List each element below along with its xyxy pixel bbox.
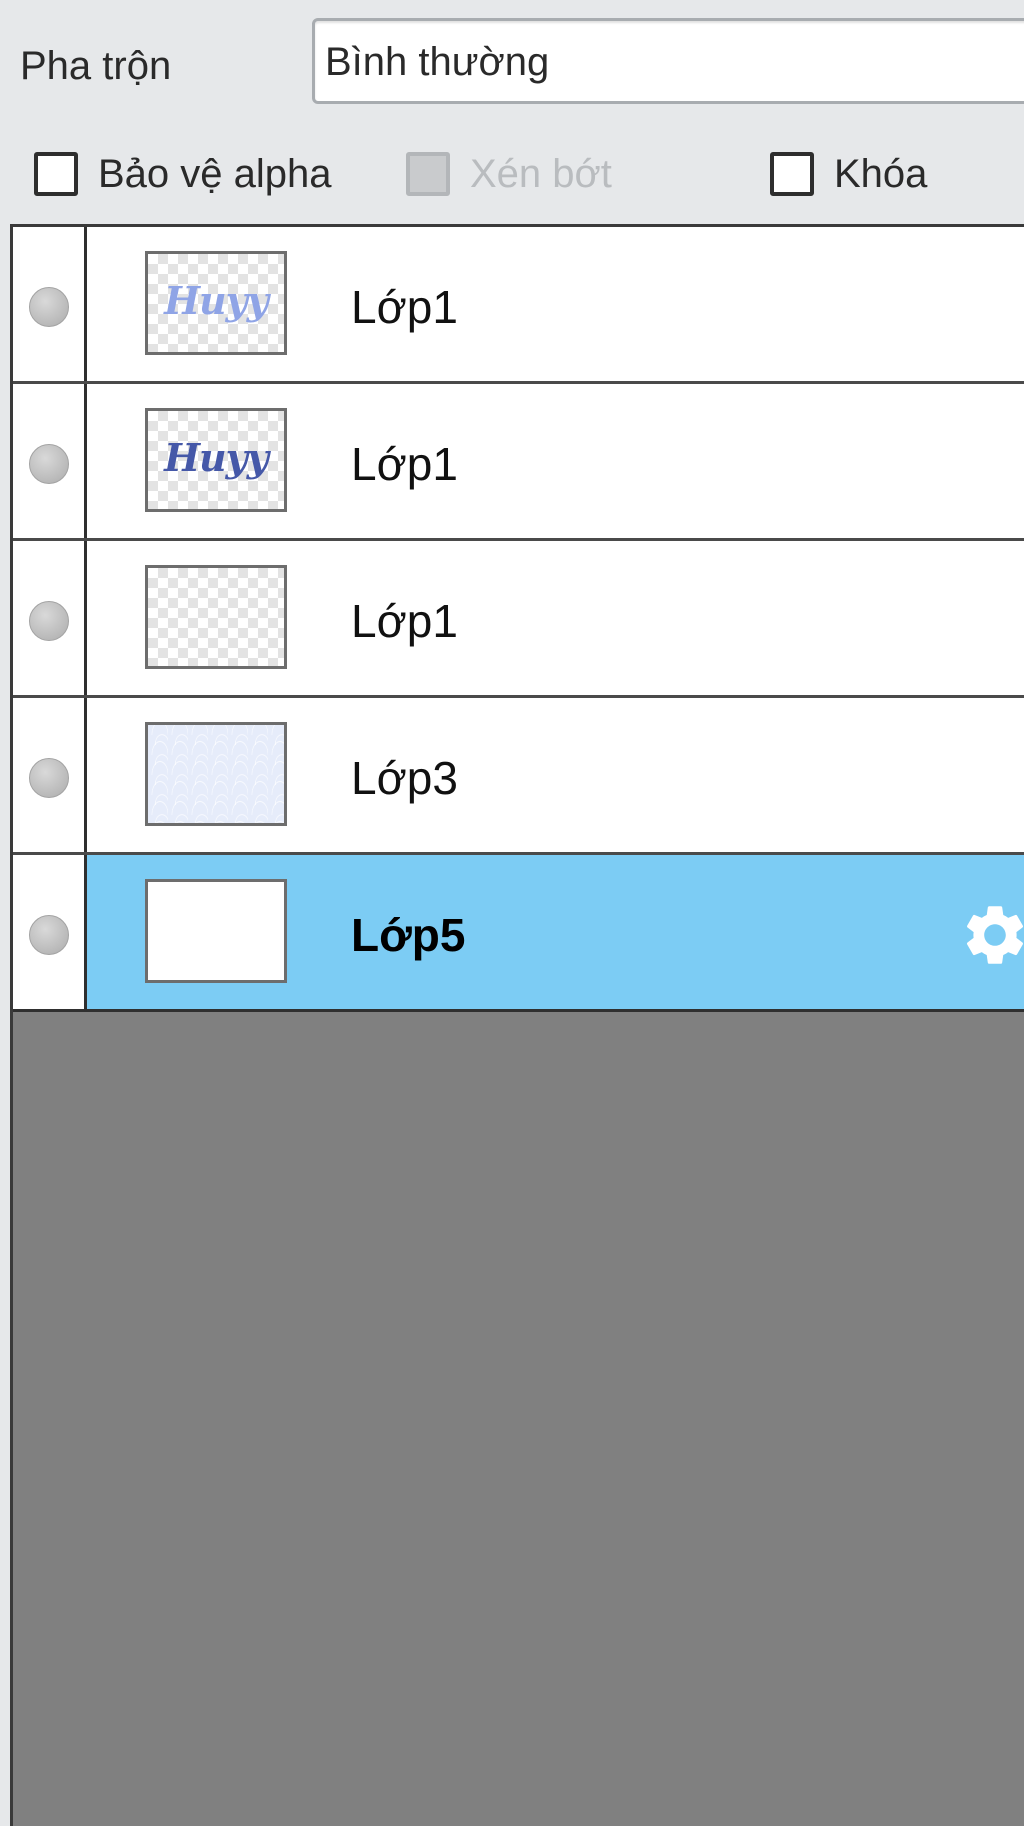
- clipping-option: Xén bớt: [406, 144, 612, 204]
- layer-row[interactable]: Lớp3: [13, 698, 1024, 855]
- thumbnail-script-text: Huyy: [164, 278, 269, 323]
- layer-list: Huyy Lớp1 Huyy Lớp1 Lớp1 Lớp3 Lớp5: [10, 224, 1024, 1826]
- blend-mode-value: Bình thường: [325, 40, 550, 84]
- blend-mode-select[interactable]: Bình thường: [312, 18, 1024, 104]
- visibility-column: [13, 698, 87, 852]
- layer-panel: Pha trộn Bình thường Bảo vệ alpha Xén bớ…: [0, 0, 1024, 1826]
- layer-thumbnail: [145, 565, 287, 669]
- visibility-toggle[interactable]: [29, 601, 69, 641]
- blend-mode-row: Pha trộn Bình thường: [0, 0, 1024, 130]
- visibility-column: [13, 227, 87, 381]
- layer-row[interactable]: Lớp1: [13, 541, 1024, 698]
- clipping-checkbox: [406, 152, 450, 196]
- layer-name: Lớp5: [351, 909, 466, 961]
- layer-thumbnail: Huyy: [145, 251, 287, 355]
- protect-alpha-option[interactable]: Bảo vệ alpha: [34, 144, 332, 204]
- layer-options-row: Bảo vệ alpha Xén bớt Khóa: [0, 130, 1024, 220]
- layer-thumbnail: [145, 879, 287, 983]
- visibility-column: [13, 855, 87, 1009]
- layer-thumbnail: Huyy: [145, 408, 287, 512]
- protect-alpha-label: Bảo vệ alpha: [98, 152, 332, 196]
- layer-row[interactable]: Huyy Lớp1: [13, 227, 1024, 384]
- layer-thumbnail: [145, 722, 287, 826]
- protect-alpha-checkbox[interactable]: [34, 152, 78, 196]
- visibility-toggle[interactable]: [29, 444, 69, 484]
- blend-mode-label: Pha trộn: [20, 44, 172, 88]
- layer-name: Lớp1: [351, 595, 458, 647]
- layer-name: Lớp1: [351, 438, 458, 490]
- layer-name: Lớp1: [351, 281, 458, 333]
- visibility-toggle[interactable]: [29, 287, 69, 327]
- layer-name: Lớp3: [351, 752, 458, 804]
- thumbnail-script-text: Huyy: [164, 435, 269, 480]
- visibility-column: [13, 541, 87, 695]
- visibility-toggle[interactable]: [29, 758, 69, 798]
- layer-row[interactable]: Huyy Lớp1: [13, 384, 1024, 541]
- clipping-label: Xén bớt: [470, 152, 612, 196]
- lock-checkbox[interactable]: [770, 152, 814, 196]
- gear-icon[interactable]: [959, 899, 1024, 971]
- visibility-column: [13, 384, 87, 538]
- lock-label: Khóa: [834, 152, 928, 196]
- layer-row-selected[interactable]: Lớp5: [13, 855, 1024, 1012]
- lock-option[interactable]: Khóa: [770, 144, 927, 204]
- visibility-toggle[interactable]: [29, 915, 69, 955]
